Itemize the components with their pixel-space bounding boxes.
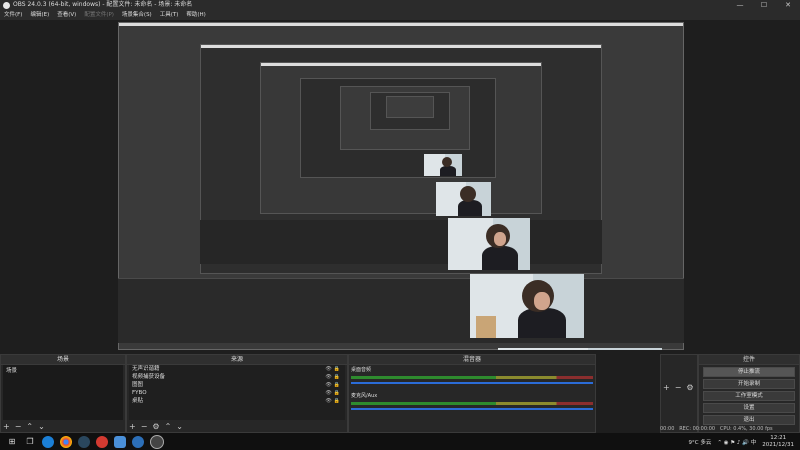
windows-start-icon[interactable]: ⊞ [6, 436, 18, 448]
webcam-image-xlarge [470, 274, 584, 338]
netease-music-icon[interactable] [96, 435, 108, 448]
preview-dock-strip-2 [200, 220, 602, 264]
remove-scene-icon[interactable]: − [15, 422, 22, 431]
exit-button[interactable]: 退出 [703, 415, 795, 425]
menu-view[interactable]: 查看(V) [57, 10, 76, 20]
window-controls: — ☐ ✕ [728, 0, 800, 10]
menu-tools[interactable]: 工具(T) [160, 10, 179, 20]
controls-panel: 控件 停止推流 开始录制 工作室模式 设置 退出 [698, 354, 800, 433]
nested-preview-7 [386, 96, 434, 118]
menu-profile[interactable]: 配置文件(P) [84, 10, 114, 20]
weather-widget[interactable]: 9°C 多云 [689, 438, 712, 446]
status-bar: 00:00 REC: 00:00:00 CPU: 0.4%, 30.00 fps [660, 426, 773, 432]
source-item[interactable]: 视频捕获设备 👁🔒 [129, 373, 345, 381]
title-bar: OBS 24.0.3 (64-bit, windows) - 配置文件: 未命名… [0, 0, 800, 10]
sources-header: 来源 [127, 355, 347, 365]
add-scene-icon[interactable]: + [3, 422, 10, 431]
edge-browser-icon[interactable] [42, 435, 54, 448]
scenes-toolbar: + − ⌃ ⌄ [3, 421, 45, 431]
obs-taskbar-icon[interactable] [150, 434, 164, 449]
stop-streaming-button[interactable]: 停止推流 [703, 367, 795, 377]
move-up-icon[interactable]: ⌃ [26, 422, 33, 431]
visibility-lock-icon[interactable]: 👁🔒 [325, 365, 342, 373]
volume-slider[interactable] [351, 382, 593, 384]
menu-help[interactable]: 帮助(H) [186, 10, 205, 20]
source-item[interactable]: 图图 👁🔒 [129, 381, 345, 389]
rec-time: REC: 00:00:00 [679, 426, 716, 432]
obs-logo-icon [3, 1, 10, 9]
minimize-button[interactable]: — [728, 0, 752, 10]
add-source-icon[interactable]: + [129, 422, 136, 431]
volume-meter [351, 402, 593, 405]
task-view-icon[interactable]: ❐ [24, 436, 36, 448]
webcam-image-small [424, 154, 462, 176]
start-recording-button[interactable]: 开始录制 [703, 379, 795, 389]
track-name: 桌面音频 [351, 367, 372, 373]
stream-time: 00:00 [660, 426, 675, 432]
move-down-icon[interactable]: ⌄ [176, 422, 183, 431]
studio-mode-button[interactable]: 工作室模式 [703, 391, 795, 401]
webcam-image-large [448, 218, 530, 270]
settings-button[interactable]: 设置 [703, 403, 795, 413]
gear-icon[interactable]: ⚙ [152, 422, 159, 431]
close-button[interactable]: ✕ [776, 0, 800, 10]
controls-header: 控件 [699, 355, 799, 365]
maximize-button[interactable]: ☐ [752, 0, 776, 10]
system-tray: 9°C 多云 ⌃ ◉ ⚑ ♪ 🔊 中 12:21 2021/12/31 [689, 435, 800, 449]
app-icon[interactable] [132, 435, 144, 448]
scenes-panel: 场景 场景 + − ⌃ ⌄ [0, 354, 126, 433]
move-down-icon[interactable]: ⌄ [38, 422, 45, 431]
sources-toolbar: + − ⚙ ⌃ ⌄ [129, 421, 183, 431]
transitions-panel: + − ⚙ [660, 354, 698, 433]
sources-panel: 来源 无声识谐籍 👁🔒 视频捕获设备 👁🔒 图图 👁🔒 FYBO 👁🔒 桌贴 👁🔒 + −… [126, 354, 348, 433]
menu-edit[interactable]: 编辑(E) [30, 10, 49, 20]
steam-icon[interactable] [78, 435, 90, 448]
add-transition-icon[interactable]: + [663, 383, 670, 392]
gear-icon[interactable]: ⚙ [686, 383, 693, 392]
webcam-image-medium [436, 182, 491, 216]
volume-meter [351, 376, 593, 379]
cpu-usage: CPU: 0.4%, 30.00 fps [719, 426, 773, 432]
window-title: OBS 24.0.3 (64-bit, windows) - 配置文件: 未命名… [13, 1, 193, 8]
source-item[interactable]: FYBO 👁🔒 [129, 389, 345, 397]
move-up-icon[interactable]: ⌃ [165, 422, 172, 431]
remove-transition-icon[interactable]: − [675, 383, 682, 392]
track-name: 麦克风/Aux [351, 393, 378, 399]
taskbar-clock[interactable]: 12:21 2021/12/31 [762, 435, 794, 449]
sources-list: 无声识谐籍 👁🔒 视频捕获设备 👁🔒 图图 👁🔒 FYBO 👁🔒 桌贴 👁🔒 [129, 365, 345, 420]
windows-taskbar: ⊞ ❐ 9°C 多云 ⌃ ◉ ⚑ ♪ 🔊 中 12:21 2021/12/31 [0, 433, 800, 450]
remove-source-icon[interactable]: − [141, 422, 148, 431]
scene-item[interactable]: 场景 [3, 365, 123, 375]
visibility-lock-icon[interactable]: 👁🔒 [325, 397, 342, 405]
transition-toolbar: + − ⚙ [663, 382, 694, 392]
source-item[interactable]: 桌贴 👁🔒 [129, 397, 345, 405]
preview-canvas[interactable] [118, 22, 684, 350]
mixer-track-desktop: 桌面音频 [351, 367, 593, 391]
volume-slider[interactable] [351, 408, 593, 410]
app-icon[interactable] [114, 435, 126, 448]
scenes-list: 场景 [3, 365, 123, 420]
dock-area: 场景 场景 + − ⌃ ⌄ 来源 无声识谐籍 👁🔒 视频捕获设备 👁🔒 图图 👁🔒 F… [0, 350, 800, 433]
menu-scene-collection[interactable]: 场景集合(S) [122, 10, 152, 20]
source-item[interactable]: 无声识谐籍 👁🔒 [129, 365, 345, 373]
visibility-lock-icon[interactable]: 👁🔒 [325, 389, 342, 397]
menu-file[interactable]: 文件(F) [4, 10, 22, 20]
mixer-panel: 混音器 桌面音频 麦克风/Aux [348, 354, 596, 433]
visibility-lock-icon[interactable]: 👁🔒 [325, 381, 342, 389]
mixer-track-mic: 麦克风/Aux [351, 393, 593, 417]
menu-bar: 文件(F) 编辑(E) 查看(V) 配置文件(P) 场景集合(S) 工具(T) … [0, 10, 800, 20]
scenes-header: 场景 [1, 355, 125, 365]
tray-icons[interactable]: ⌃ ◉ ⚑ ♪ 🔊 中 [717, 438, 756, 446]
visibility-lock-icon[interactable]: 👁🔒 [325, 373, 342, 381]
chrome-browser-icon[interactable] [60, 435, 72, 448]
preview-dock-strip [118, 278, 684, 343]
mixer-header: 混音器 [349, 355, 595, 365]
